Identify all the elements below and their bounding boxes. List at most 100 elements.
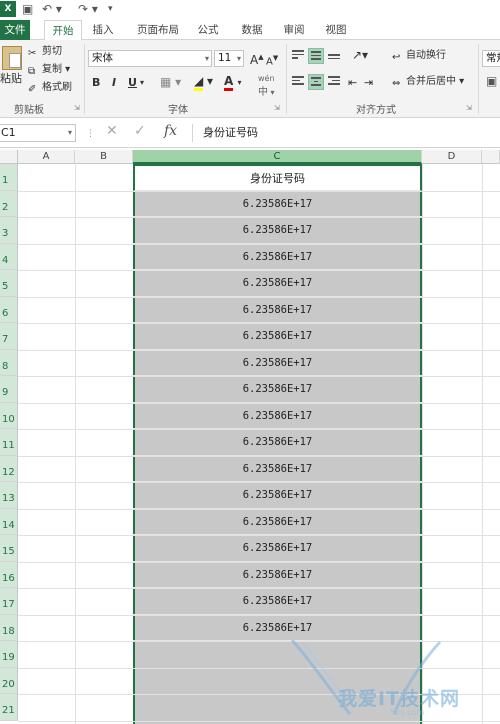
cell-id-number[interactable]: 6.23586E+17 bbox=[133, 270, 422, 297]
font-color-icon[interactable]: A ▾ bbox=[224, 74, 242, 91]
number-format-select[interactable]: 常规 bbox=[482, 50, 500, 67]
spreadsheet-grid[interactable]: A B C D 1 2 3 4 5 6 7 8 9 10 11 12 13 14 15 16 17 18 19 20 2… bbox=[0, 150, 500, 724]
shrink-font-button[interactable]: A▼ bbox=[266, 51, 278, 69]
fill-color-icon[interactable]: ◢ ▾ bbox=[194, 74, 213, 91]
brush-icon: ✐ bbox=[28, 84, 37, 95]
align-center-icon[interactable] bbox=[308, 74, 324, 90]
row-header[interactable]: 14 bbox=[0, 508, 18, 535]
cut-button[interactable]: ✂ 剪切 bbox=[28, 45, 62, 59]
currency-icon[interactable]: ▣ bbox=[486, 74, 497, 88]
row-header[interactable]: 11 bbox=[0, 429, 18, 456]
cell-id-number[interactable]: 6.23586E+17 bbox=[133, 509, 422, 535]
italic-button[interactable]: I bbox=[112, 76, 116, 90]
bold-button[interactable]: B bbox=[92, 76, 100, 90]
cell-id-number[interactable]: 6.23586E+17 bbox=[133, 323, 422, 350]
row-header[interactable]: 20 bbox=[0, 667, 18, 694]
row-header[interactable]: 19 bbox=[0, 641, 18, 668]
cell-id-number[interactable]: 6.23586E+17 bbox=[133, 191, 422, 217]
row-header[interactable]: 8 bbox=[0, 349, 18, 376]
grow-font-button[interactable]: A▲ bbox=[250, 50, 264, 67]
cell-id-number[interactable]: 6.23586E+17 bbox=[133, 376, 422, 403]
row-header[interactable]: 13 bbox=[0, 482, 18, 509]
cell-id-number[interactable]: 6.23586E+17 bbox=[133, 562, 422, 588]
tab-review[interactable]: 审阅 bbox=[278, 20, 310, 40]
redo-icon[interactable]: ↷ ▾ bbox=[78, 1, 98, 17]
insert-function-icon[interactable]: fx bbox=[164, 123, 177, 139]
tab-file[interactable]: 文件 bbox=[0, 20, 30, 40]
underline-button[interactable]: U bbox=[128, 76, 137, 90]
cell-id-number[interactable]: 6.23586E+17 bbox=[133, 535, 422, 562]
formula-input[interactable]: 身份证号码 bbox=[192, 124, 500, 142]
name-box[interactable]: C1 ▾ bbox=[0, 124, 76, 142]
row-header[interactable]: 2 bbox=[0, 190, 18, 217]
row-header[interactable]: 18 bbox=[0, 614, 18, 641]
tab-data[interactable]: 数据 bbox=[236, 20, 268, 40]
phonetic-icon[interactable]: wén 中 ▾ bbox=[258, 72, 275, 100]
excel-logo-icon: X bbox=[0, 1, 16, 17]
copy-button[interactable]: ⧉ 复制 ▾ bbox=[28, 63, 70, 77]
cell-id-number[interactable]: 6.23586E+17 bbox=[133, 297, 422, 323]
align-top-icon[interactable] bbox=[290, 48, 306, 64]
tab-page-layout[interactable]: 页面布局 bbox=[130, 20, 186, 40]
row-header[interactable]: 12 bbox=[0, 455, 18, 482]
cell-id-number[interactable]: 6.23586E+17 bbox=[133, 217, 422, 244]
font-launcher-icon[interactable]: ⇲ bbox=[274, 104, 280, 112]
cell-id-number[interactable]: 6.23586E+17 bbox=[133, 482, 422, 509]
cell-c1-header[interactable]: 身份证号码 bbox=[133, 164, 422, 191]
cell-id-number[interactable]: 6.23586E+17 bbox=[133, 588, 422, 615]
row-header[interactable]: 1 bbox=[0, 164, 18, 191]
column-header-d[interactable]: D bbox=[422, 150, 482, 164]
column-header-c[interactable]: C bbox=[133, 150, 422, 164]
save-icon[interactable]: ▣ bbox=[22, 1, 33, 17]
select-all-corner[interactable] bbox=[0, 150, 18, 164]
cell-id-number[interactable]: 6.23586E+17 bbox=[133, 403, 422, 429]
format-painter-button[interactable]: ✐ 格式刷 bbox=[28, 81, 72, 95]
formula-bar-buttons: ✕ ✓ fx bbox=[100, 123, 192, 143]
cell-id-number[interactable]: 6.23586E+17 bbox=[133, 350, 422, 376]
row-header[interactable]: 17 bbox=[0, 588, 18, 615]
decrease-indent-icon[interactable]: ⇤ bbox=[348, 76, 357, 90]
alignment-launcher-icon[interactable]: ⇲ bbox=[466, 104, 472, 112]
undo-icon[interactable]: ↶ ▾ bbox=[42, 1, 62, 17]
font-size-select[interactable]: 11 ▾ bbox=[214, 50, 244, 67]
column-header-e[interactable] bbox=[482, 150, 500, 164]
cell-id-number[interactable]: 6.23586E+17 bbox=[133, 244, 422, 270]
column-header-a[interactable]: A bbox=[18, 150, 75, 164]
paste-icon[interactable] bbox=[2, 46, 22, 70]
align-middle-icon[interactable] bbox=[308, 48, 324, 64]
paste-button[interactable]: 粘贴 bbox=[0, 72, 22, 86]
tab-formulas[interactable]: 公式 bbox=[192, 20, 224, 40]
clipboard-launcher-icon[interactable]: ⇲ bbox=[74, 104, 80, 112]
wrap-text-button[interactable]: ↩ 自动换行 bbox=[392, 49, 446, 63]
cell-id-number[interactable]: 6.23586E+17 bbox=[133, 615, 422, 641]
tab-home[interactable]: 开始 bbox=[44, 20, 82, 41]
align-left-icon[interactable] bbox=[290, 74, 306, 90]
customize-qat-icon[interactable]: ▾ bbox=[108, 1, 113, 17]
merge-center-button[interactable]: ⇔ 合并后居中 ▾ bbox=[392, 75, 464, 89]
row-header[interactable]: 5 bbox=[0, 270, 18, 297]
align-right-icon[interactable] bbox=[326, 74, 342, 90]
alignment-group-label: 对齐方式 bbox=[356, 105, 396, 116]
tab-view[interactable]: 视图 bbox=[320, 20, 352, 40]
enter-icon[interactable]: ✓ bbox=[134, 123, 146, 139]
underline-dropdown-icon[interactable]: ▾ bbox=[140, 76, 144, 90]
row-header[interactable]: 16 bbox=[0, 561, 18, 588]
row-header[interactable]: 9 bbox=[0, 376, 18, 403]
row-header[interactable]: 4 bbox=[0, 243, 18, 270]
font-name-select[interactable]: 宋体 ▾ bbox=[88, 50, 212, 67]
orientation-icon[interactable]: ↗▾ bbox=[352, 48, 368, 62]
row-header[interactable]: 6 bbox=[0, 296, 18, 323]
cell-id-number[interactable]: 6.23586E+17 bbox=[133, 456, 422, 482]
tab-insert[interactable]: 插入 bbox=[86, 20, 120, 40]
border-icon[interactable]: ▦ ▾ bbox=[160, 75, 181, 89]
row-header[interactable]: 10 bbox=[0, 402, 18, 429]
row-header[interactable]: 3 bbox=[0, 217, 18, 244]
increase-indent-icon[interactable]: ⇥ bbox=[364, 76, 373, 90]
row-header[interactable]: 21 bbox=[0, 694, 18, 721]
column-header-b[interactable]: B bbox=[75, 150, 133, 164]
row-header[interactable]: 15 bbox=[0, 535, 18, 562]
cancel-icon[interactable]: ✕ bbox=[106, 123, 118, 139]
cell-id-number[interactable]: 6.23586E+17 bbox=[133, 429, 422, 456]
row-header[interactable]: 7 bbox=[0, 323, 18, 350]
align-bottom-icon[interactable] bbox=[326, 48, 342, 64]
